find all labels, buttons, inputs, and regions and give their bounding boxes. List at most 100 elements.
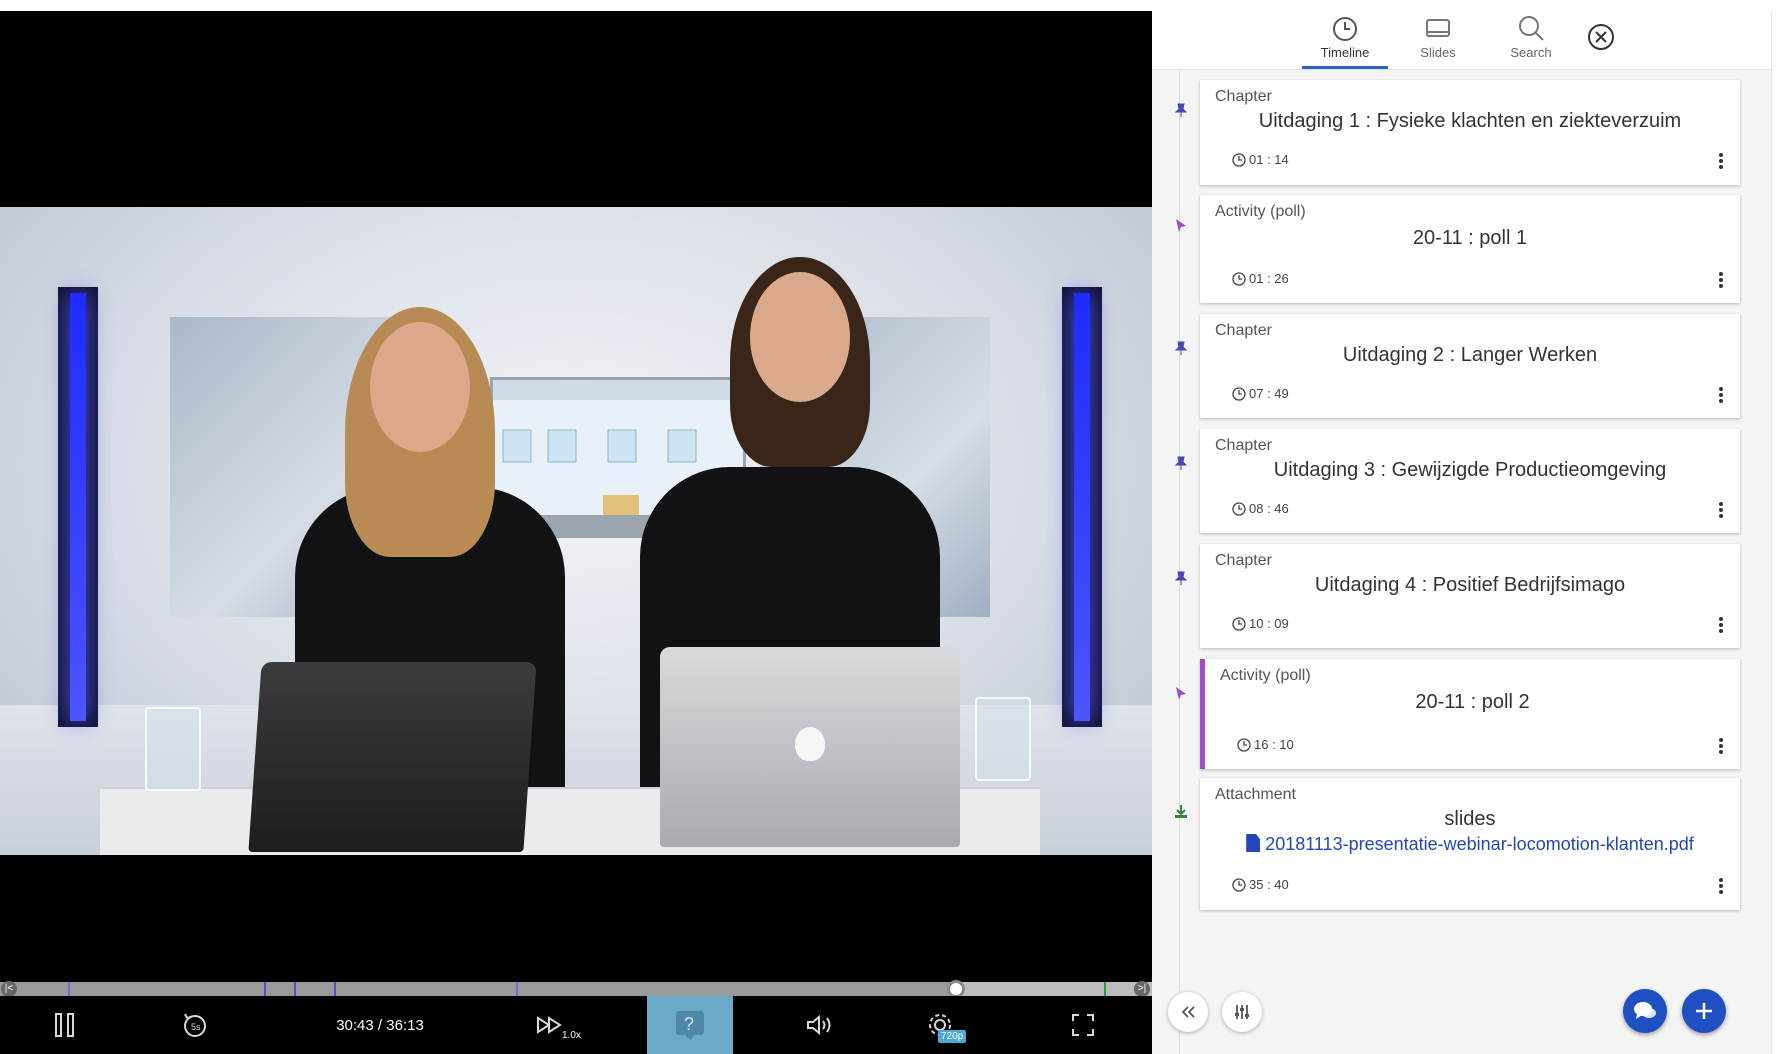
- question-icon: ?: [676, 1011, 704, 1040]
- studio-light-pillar: [58, 287, 98, 727]
- card-time-value: 07 : 49: [1249, 386, 1289, 401]
- add-button[interactable]: [1682, 989, 1726, 1033]
- card-time: 35 : 40: [1232, 877, 1289, 892]
- scrollbar[interactable]: [1771, 11, 1785, 1054]
- more-options-icon[interactable]: [1718, 616, 1724, 634]
- comments-button[interactable]: [1623, 989, 1667, 1033]
- card-time-value: 35 : 40: [1249, 877, 1289, 892]
- pin-icon: [1174, 571, 1188, 585]
- more-options-icon[interactable]: [1718, 737, 1724, 755]
- card-type: Chapter: [1215, 552, 1272, 569]
- card-time: 01 : 14: [1232, 152, 1289, 167]
- file-icon: [1246, 834, 1261, 852]
- more-options-icon[interactable]: [1718, 271, 1724, 289]
- more-options-icon[interactable]: [1718, 386, 1724, 404]
- more-options-icon[interactable]: [1718, 152, 1724, 170]
- laptop-left: [248, 662, 537, 852]
- filter-button[interactable]: [1222, 992, 1262, 1032]
- card-time-value: 01 : 14: [1249, 152, 1289, 167]
- pin-icon: [1174, 103, 1188, 117]
- video-player: |< >| 5s 30:43 / 36:13 1.0x ? 720p: [0, 11, 1152, 1054]
- card-time-value: 08 : 46: [1249, 501, 1289, 516]
- timeline-card-chapter[interactable]: Chapter Uitdaging 4 : Positief Bedrijfsi…: [1200, 544, 1740, 648]
- progress-played: [0, 982, 957, 996]
- card-time: 08 : 46: [1232, 501, 1289, 516]
- tab-slides-label: Slides: [1420, 45, 1456, 60]
- fast-forward-icon: [537, 1016, 562, 1034]
- clock-icon: [1232, 271, 1246, 286]
- clock-icon: [1232, 152, 1246, 167]
- speed-label: 1.0x: [562, 1030, 581, 1041]
- fullscreen-button[interactable]: [1058, 996, 1108, 1054]
- close-sidebar-button[interactable]: [1587, 23, 1615, 51]
- seek-start-icon[interactable]: |<: [1, 981, 17, 997]
- chapter-marker[interactable]: [334, 982, 336, 996]
- card-time: 01 : 26: [1232, 271, 1289, 286]
- card-title: Uitdaging 1 : Fysieke klachten en ziekte…: [1258, 110, 1682, 132]
- double-chevron-left-icon: [1181, 1006, 1195, 1018]
- playback-speed-button[interactable]: 1.0x: [520, 996, 581, 1054]
- card-time: 16 : 10: [1237, 737, 1294, 752]
- more-options-icon[interactable]: [1718, 501, 1724, 519]
- card-type: Attachment: [1215, 786, 1296, 803]
- slides-icon: [1426, 19, 1450, 37]
- card-time-value: 16 : 10: [1254, 737, 1294, 752]
- timeline-card-poll-active[interactable]: Activity (poll) 20-11 : poll 2 16 : 10: [1200, 659, 1740, 769]
- card-title: 20-11 : poll 1: [1412, 227, 1528, 249]
- laptop-right: [660, 647, 960, 847]
- search-icon: [1519, 16, 1544, 41]
- time-display: 30:43 / 36:13: [310, 996, 450, 1054]
- timeline-card-attachment[interactable]: Attachment slides 20181113-presentatie-w…: [1200, 778, 1740, 910]
- seek-end-icon[interactable]: >|: [1134, 981, 1150, 997]
- settings-button[interactable]: 720p: [910, 996, 970, 1054]
- pause-button[interactable]: [40, 996, 90, 1054]
- cursor-icon: [1176, 219, 1186, 232]
- clock-icon: [1237, 737, 1251, 752]
- card-title: Uitdaging 3 : Gewijzigde Productieomgevi…: [1273, 459, 1667, 481]
- apple-logo-icon: [795, 727, 825, 761]
- quiz-button[interactable]: ?: [647, 996, 733, 1054]
- timeline-card-poll[interactable]: Activity (poll) 20-11 : poll 1 01 : 26: [1200, 195, 1740, 303]
- more-options-icon[interactable]: [1718, 877, 1724, 895]
- card-time: 10 : 09: [1232, 616, 1289, 631]
- volume-icon: [807, 1014, 831, 1036]
- water-glass: [145, 707, 201, 791]
- card-title: Uitdaging 4 : Positief Bedrijfsimago: [1314, 574, 1626, 596]
- video-area[interactable]: [0, 11, 1152, 990]
- timeline-sidebar: Timeline Slides Search Chapter Uitdaging…: [1152, 11, 1771, 1054]
- quality-badge: 720p: [938, 1030, 967, 1043]
- timeline-card-chapter[interactable]: Chapter Uitdaging 3 : Gewijzigde Product…: [1200, 429, 1740, 533]
- attachment-marker[interactable]: [1104, 982, 1106, 996]
- chapter-marker[interactable]: [68, 982, 70, 996]
- attachment-link[interactable]: 20181113-presentatie-webinar-locomotion-…: [1200, 834, 1740, 855]
- attachment-filename: 20181113-presentatie-webinar-locomotion-…: [1265, 834, 1694, 854]
- poll-marker[interactable]: [516, 982, 518, 996]
- clock-icon: [1232, 877, 1246, 892]
- timeline-card-chapter[interactable]: Chapter Uitdaging 1 : Fysieke klachten e…: [1200, 80, 1740, 185]
- total-time: 36:13: [386, 1016, 424, 1034]
- progress-bar[interactable]: [0, 980, 1152, 998]
- rewind-5s-button[interactable]: 5s: [170, 996, 220, 1054]
- card-time: 07 : 49: [1232, 386, 1289, 401]
- timeline-line: [1179, 69, 1180, 1054]
- tab-search[interactable]: Search: [1488, 11, 1574, 69]
- chapter-marker[interactable]: [294, 982, 296, 996]
- volume-button[interactable]: [795, 996, 845, 1054]
- card-type: Chapter: [1215, 322, 1272, 339]
- plus-icon: [1696, 1003, 1712, 1019]
- card-type: Chapter: [1215, 88, 1272, 105]
- timeline-card-chapter[interactable]: Chapter Uitdaging 2 : Langer Werken 07 :…: [1200, 314, 1740, 418]
- svg-text:?: ?: [684, 1014, 694, 1034]
- clock-icon: [1232, 501, 1246, 516]
- pause-icon: [55, 1013, 74, 1037]
- card-time-value: 01 : 26: [1249, 271, 1289, 286]
- tab-search-label: Search: [1510, 45, 1552, 60]
- card-type: Activity (poll): [1215, 203, 1306, 220]
- card-time-value: 10 : 09: [1249, 616, 1289, 631]
- clock-icon: [1333, 17, 1357, 41]
- tab-timeline[interactable]: Timeline: [1302, 11, 1388, 69]
- tab-slides[interactable]: Slides: [1395, 11, 1481, 69]
- collapse-sidebar-button[interactable]: [1168, 992, 1208, 1032]
- water-glass: [975, 697, 1031, 781]
- chapter-marker[interactable]: [264, 982, 266, 996]
